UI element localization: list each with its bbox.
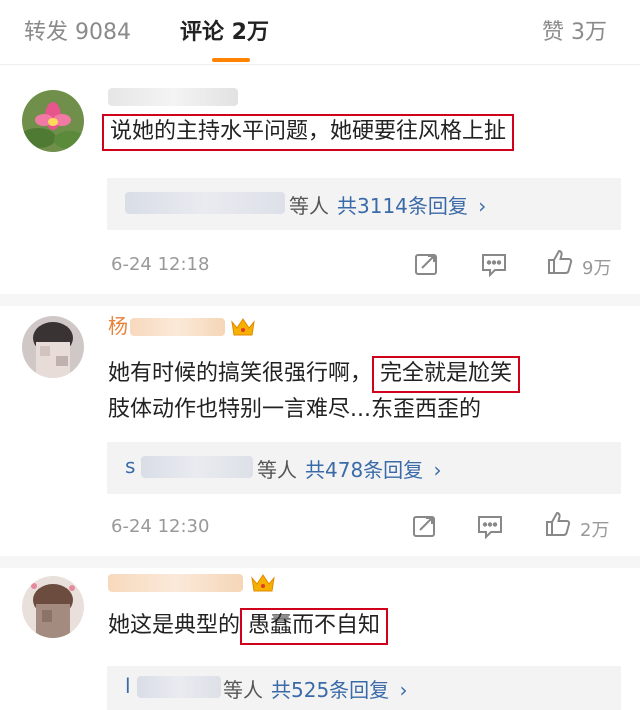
reply-who: 等人 bbox=[223, 678, 263, 702]
chevron-right-icon: › bbox=[478, 194, 487, 218]
comment-time: 6-24 12:30 bbox=[111, 516, 210, 537]
tab-comments[interactable]: 评论 2万 bbox=[180, 14, 269, 46]
comment-icon[interactable] bbox=[480, 250, 508, 278]
tab-bar: 转发 9084 评论 2万 赞 3万 bbox=[0, 0, 640, 65]
chevron-right-icon: › bbox=[399, 678, 408, 702]
reply-names-blurred bbox=[137, 676, 221, 698]
comment-text: 她有时候的搞笑很强行啊， 完全就是尬笑 bbox=[108, 356, 521, 393]
avatar[interactable] bbox=[22, 316, 84, 378]
reply-count[interactable]: 共525条回复 bbox=[271, 678, 389, 702]
crown-icon bbox=[250, 572, 276, 594]
reply-summary[interactable]: l 等人 共525条回复 › bbox=[107, 666, 621, 710]
reply-name-prefix[interactable]: l bbox=[125, 674, 131, 698]
divider bbox=[0, 294, 640, 306]
reply-count[interactable]: 共478条回复 bbox=[305, 458, 423, 482]
highlight-box: 完全就是尬笑 bbox=[372, 356, 521, 393]
reply-summary-text: 等人 共525条回复 › bbox=[223, 674, 408, 703]
tab-repost[interactable]: 转发 9084 bbox=[24, 14, 131, 46]
like-count: 9万 bbox=[582, 258, 612, 279]
username-blurred[interactable] bbox=[108, 88, 238, 106]
comment-icon[interactable] bbox=[476, 512, 504, 540]
highlight-box: 愚蠢而不自知 bbox=[240, 608, 389, 645]
share-icon[interactable] bbox=[410, 512, 438, 540]
share-icon[interactable] bbox=[412, 250, 440, 278]
divider bbox=[0, 556, 640, 568]
reply-summary-text: 等人 共478条回复 › bbox=[257, 454, 442, 483]
reply-names-blurred bbox=[125, 192, 285, 214]
username-prefix[interactable]: 杨 bbox=[108, 312, 128, 340]
comment-text-line2: 肢体动作也特别一言难尽...东歪西歪的 bbox=[108, 397, 481, 422]
username-blurred[interactable] bbox=[108, 574, 243, 592]
reply-names-blurred bbox=[141, 456, 253, 478]
reply-summary-text: 等人 共3114条回复 › bbox=[289, 190, 486, 219]
active-tab-indicator bbox=[212, 58, 250, 62]
username-blurred[interactable] bbox=[130, 318, 225, 336]
reply-name-prefix[interactable]: s bbox=[125, 454, 135, 478]
comment-text-part: 她有时候的搞笑很强行啊， bbox=[108, 361, 373, 386]
reply-summary[interactable]: 等人 共3114条回复 › bbox=[107, 178, 621, 230]
highlight-box: 说她的主持水平问题，她硬要往风格上扯 bbox=[102, 114, 515, 151]
reply-count[interactable]: 共3114条回复 bbox=[337, 194, 468, 218]
chevron-right-icon: › bbox=[433, 458, 442, 482]
avatar[interactable] bbox=[22, 576, 84, 638]
comment-time: 6-24 12:18 bbox=[111, 254, 210, 275]
crown-icon bbox=[230, 316, 256, 338]
thumbs-up-icon[interactable] bbox=[546, 248, 574, 276]
reply-who: 等人 bbox=[257, 458, 297, 482]
like-count: 2万 bbox=[580, 520, 610, 541]
comment-text-part: 她这是典型的 bbox=[108, 613, 241, 638]
reply-summary[interactable]: s 等人 共478条回复 › bbox=[107, 442, 621, 494]
comment-text: 说她的主持水平问题，她硬要往风格上扯 bbox=[102, 114, 515, 151]
tab-likes[interactable]: 赞 3万 bbox=[542, 14, 607, 46]
avatar[interactable] bbox=[22, 90, 84, 152]
reply-who: 等人 bbox=[289, 194, 329, 218]
comment-text: 她这是典型的 愚蠢而不自知 bbox=[108, 608, 389, 645]
thumbs-up-icon[interactable] bbox=[544, 510, 572, 538]
